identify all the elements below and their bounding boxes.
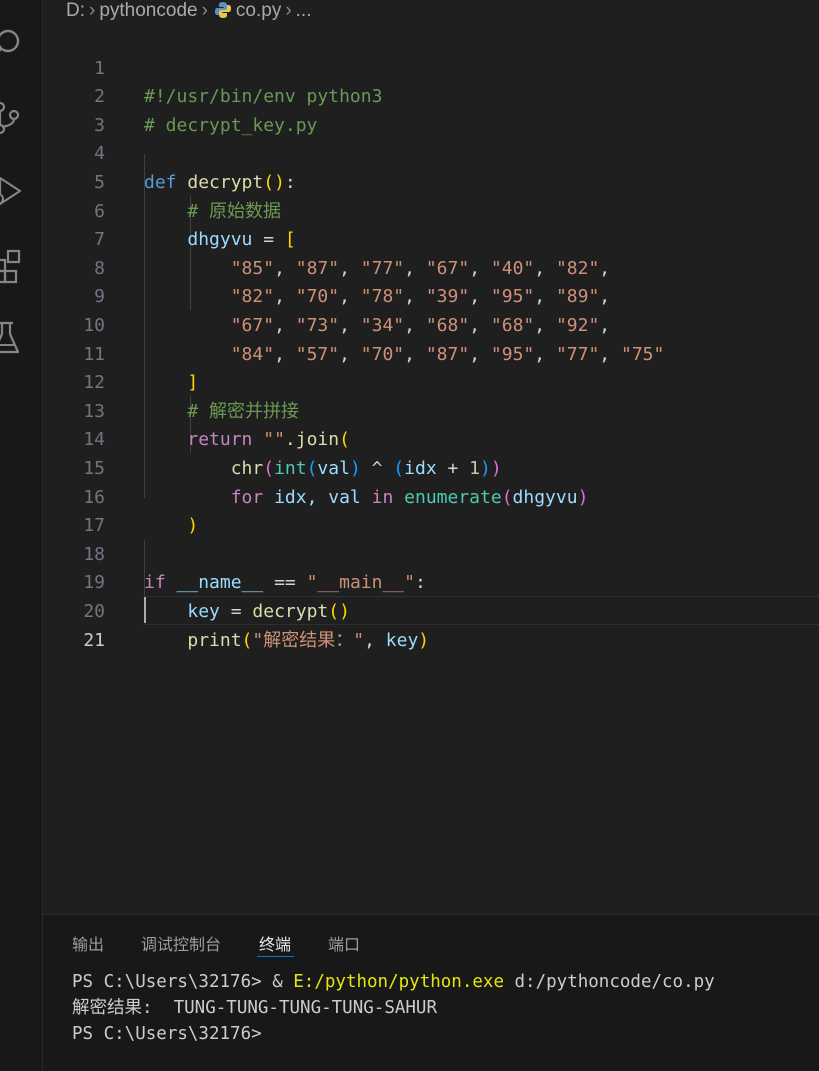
activity-bar [0, 0, 43, 1071]
python-file-icon [214, 1, 232, 25]
tab-debug-console[interactable]: 调试控制台 [141, 931, 221, 955]
search-icon[interactable] [0, 22, 26, 62]
code-line[interactable]: 17 [43, 484, 819, 536]
terminal-output[interactable]: PS C:\Users\32176> & E:/python/python.ex… [72, 969, 715, 1047]
chevron-right-icon: › [89, 0, 96, 21]
result-string: "解密结果：" [252, 629, 365, 651]
code-line[interactable]: 21 [43, 598, 819, 651]
code-line[interactable]: 3 [43, 83, 819, 136]
code-line[interactable]: 13 return "".join( [43, 369, 819, 451]
terminal-prompt: PS C:\Users\32176> [72, 972, 273, 992]
terminal-ampersand: & [272, 972, 294, 992]
terminal-executable: E:/python/python.exe [293, 972, 504, 992]
tab-terminal[interactable]: 终端 [259, 931, 291, 955]
breadcrumb-file[interactable]: co.py [236, 0, 281, 21]
terminal-prompt-line: PS C:\Users\32176> [72, 1024, 262, 1044]
code-line[interactable]: 8 "82", "70", "78", "39", "95", "89", [43, 226, 819, 308]
code-line[interactable]: 14 chr(int(val) ^ (idx + 1)) [43, 398, 819, 479]
line-number-active: 21 [83, 629, 105, 651]
tab-ports[interactable]: 端口 [328, 931, 360, 955]
chevron-right-icon: › [201, 0, 208, 21]
code-line[interactable]: 6 dhgyvu = [ [43, 169, 819, 251]
comma: , [364, 629, 386, 651]
breadcrumb-drive[interactable]: D: [66, 0, 85, 21]
terminal-result-line: 解密结果: TUNG-TUNG-TUNG-TUNG-SAHUR [72, 998, 438, 1018]
code-line[interactable]: 18 if __name__ == "__main__": [43, 512, 819, 594]
code-line[interactable]: 19 key = decrypt() [43, 541, 819, 622]
code-line[interactable]: 4 def decrypt(): [43, 112, 819, 193]
tab-output[interactable]: 输出 [72, 931, 104, 955]
bottom-panel: 输出 调试控制台 终端 端口 PS C:\Users\32176> & E:/p… [43, 914, 819, 1071]
code-line[interactable]: 9 "67", "73", "34", "68", "68", "92", [43, 255, 819, 336]
code-editor[interactable]: 1 #!/usr/bin/env python3 2 # decrypt_key… [43, 24, 819, 914]
breadcrumb-ellipsis[interactable]: ... [296, 0, 312, 21]
terminal-argument: d:/pythoncode/co.py [503, 972, 715, 992]
breadcrumb: D: › pythoncode › co.py ›... [66, 0, 312, 22]
code-line[interactable]: 11 ] [43, 312, 819, 394]
code-line[interactable]: 2 # decrypt_key.py [43, 55, 819, 136]
code-line[interactable]: 7 "85", "87", "77", "67", "40", "82", [43, 198, 819, 279]
extensions-icon[interactable] [0, 246, 26, 286]
active-tab-indicator [257, 956, 294, 957]
print-function: print [187, 629, 242, 651]
code-line[interactable]: 1 #!/usr/bin/env python3 [43, 26, 819, 108]
code-line[interactable]: 5 # 原始数据 [43, 140, 819, 222]
chevron-right-icon: › [285, 0, 292, 21]
code-line[interactable]: 15 for idx, val in enumerate(dhgyvu) [43, 426, 819, 508]
testing-icon[interactable] [0, 318, 26, 358]
code-line[interactable]: 12 # 解密并拼接 [43, 341, 819, 422]
breadcrumb-folder[interactable]: pythoncode [99, 0, 197, 21]
run-debug-icon[interactable] [0, 172, 26, 212]
terminal-line: PS C:\Users\32176> & E:/python/python.ex… [72, 969, 715, 995]
key-argument: key [385, 629, 419, 651]
code-line[interactable]: 16 ) [43, 455, 819, 537]
code-line[interactable]: 20 print("解密结果：", key) [43, 569, 819, 651]
source-control-icon[interactable] [0, 98, 26, 138]
code-line[interactable]: 10 "84", "57", "70", "87", "95", "77", "… [43, 283, 819, 365]
